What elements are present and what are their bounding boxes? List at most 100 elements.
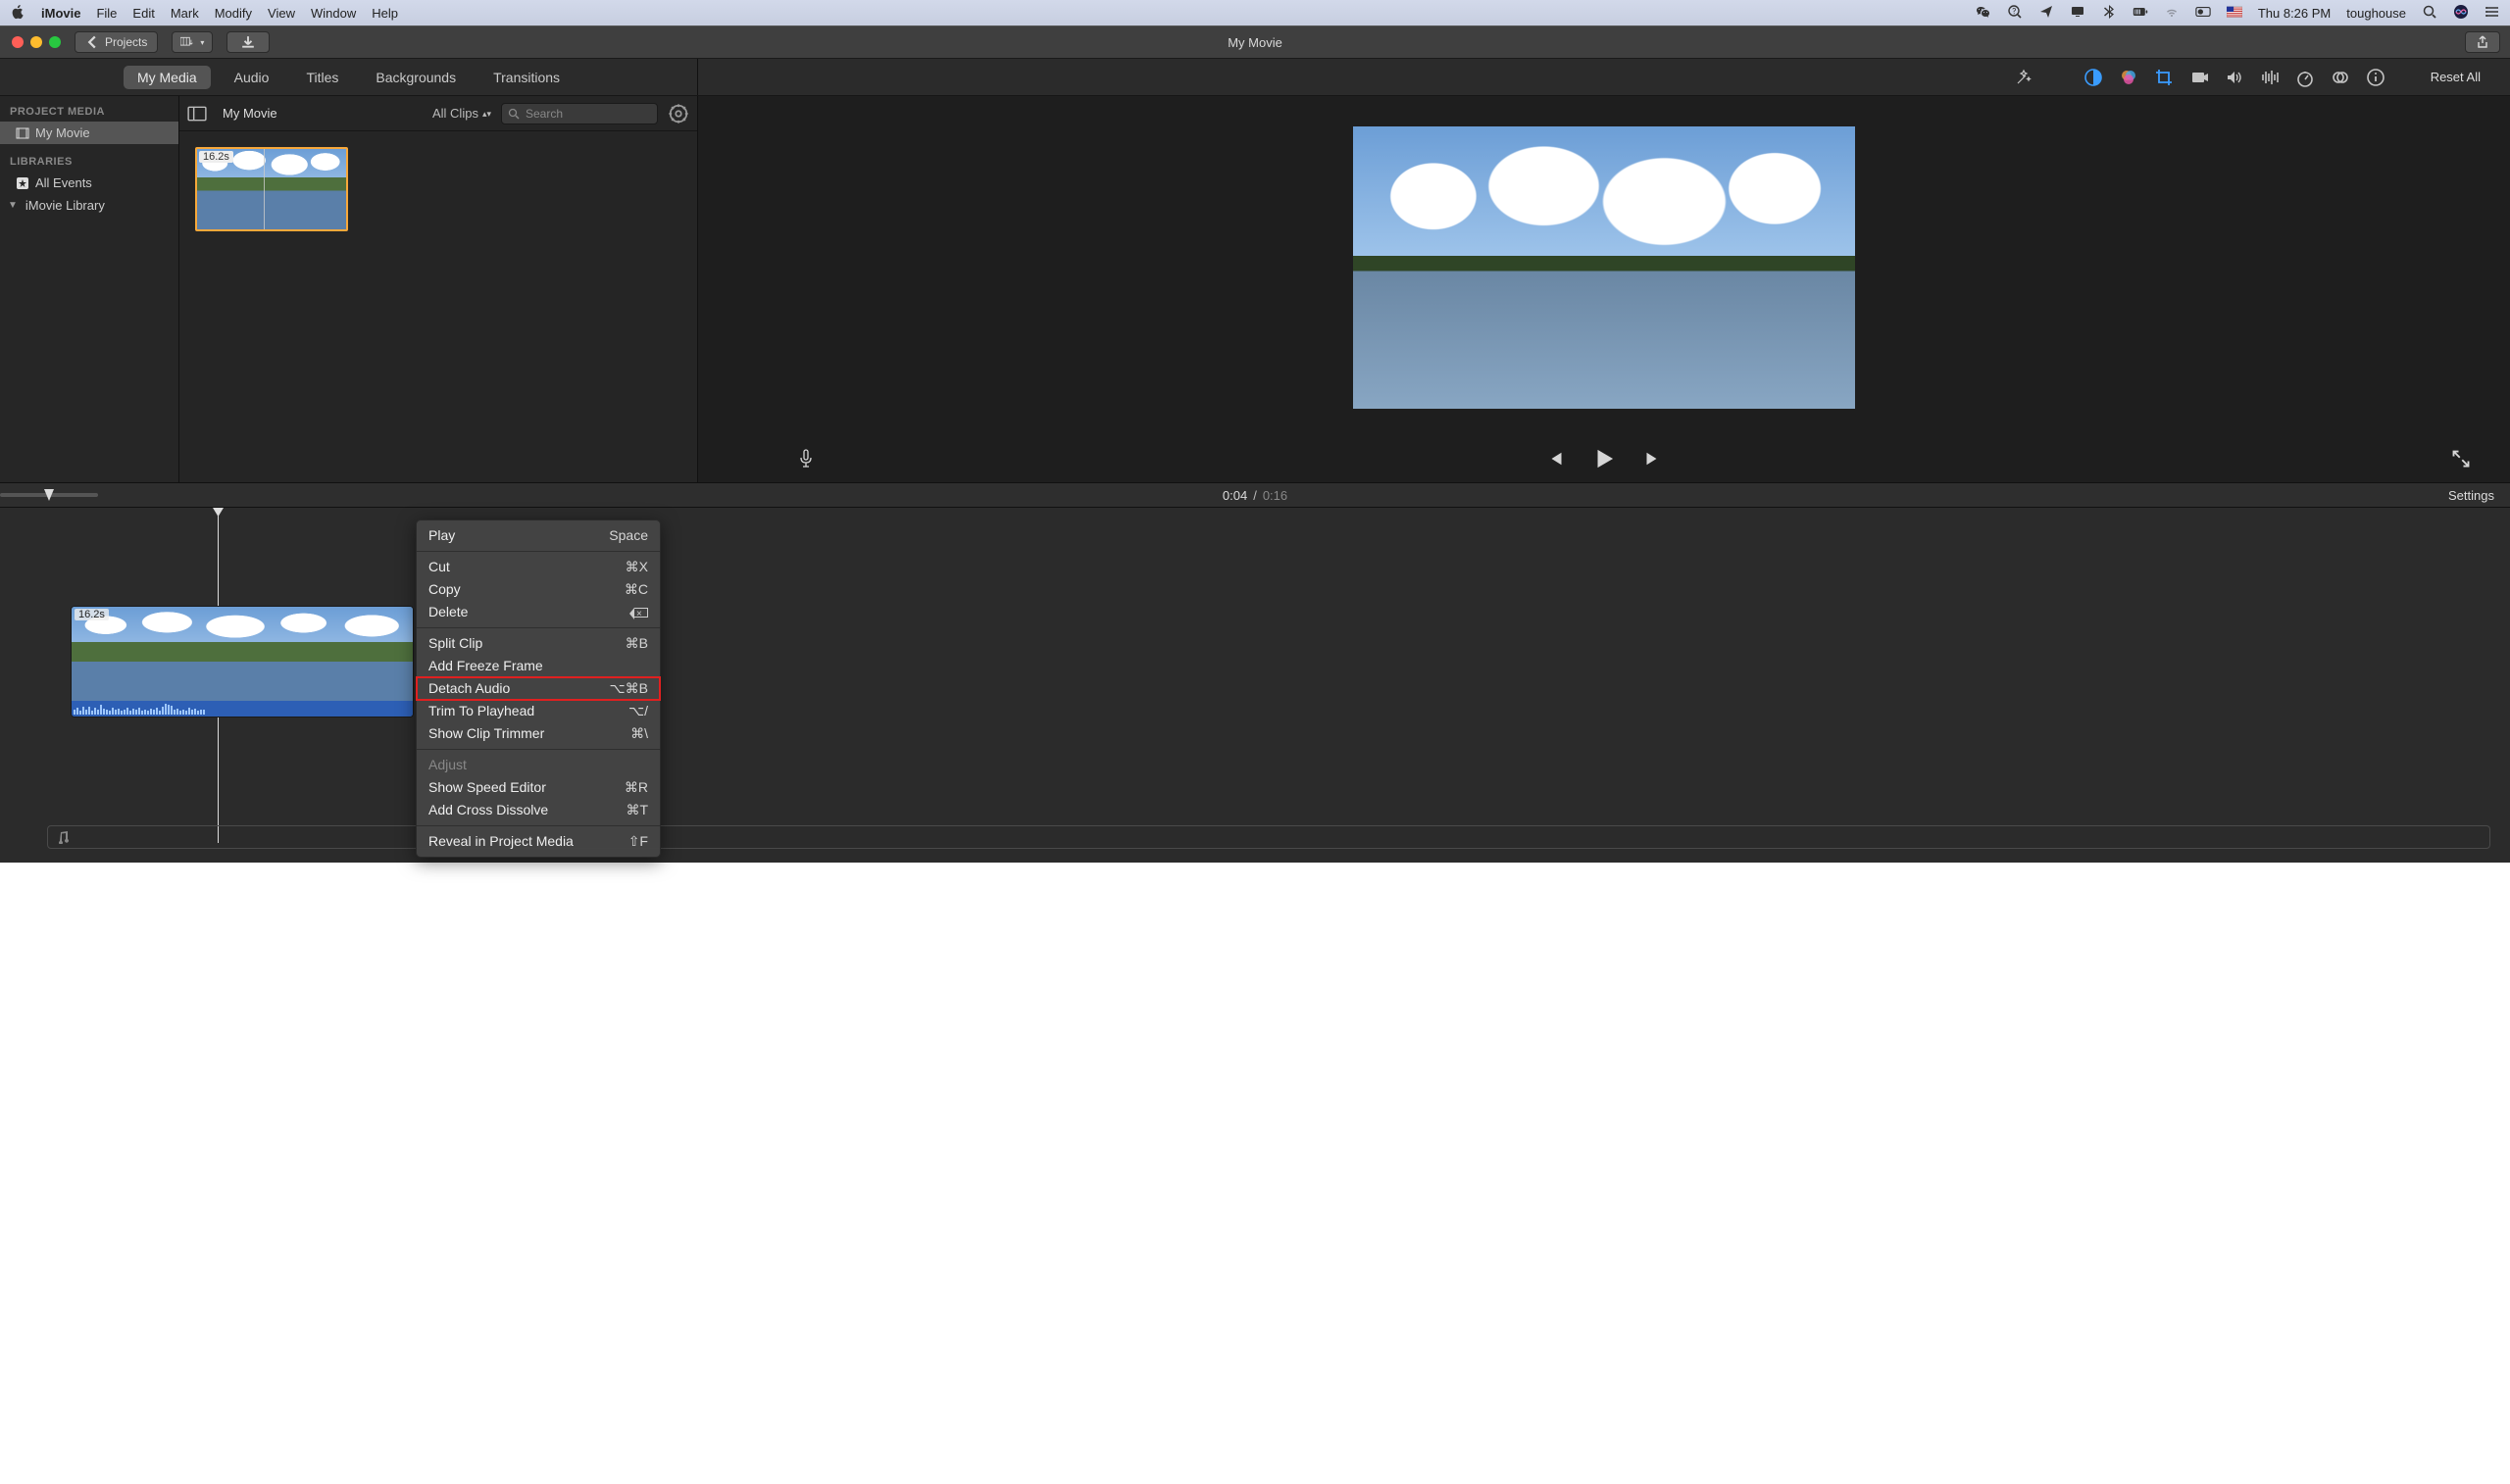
enhance-icon[interactable] <box>2014 68 2033 87</box>
clip-duration-badge: 16.2s <box>199 151 233 163</box>
tab-backgrounds[interactable]: Backgrounds <box>362 66 470 89</box>
ctx-add-freeze-frame[interactable]: Add Freeze Frame <box>417 655 660 677</box>
ctx-split-clip[interactable]: Split Clip⌘B <box>417 632 660 655</box>
reset-all-button[interactable]: Reset All <box>2431 70 2481 84</box>
app-name[interactable]: iMovie <box>41 6 80 21</box>
bluetooth-menubar-icon[interactable] <box>2101 4 2117 23</box>
timeline[interactable]: 16.2s PlaySpace Cut⌘X Copy⌘C Delete Spli… <box>0 508 2510 863</box>
menu-file[interactable]: File <box>96 6 117 21</box>
tab-titles[interactable]: Titles <box>292 66 352 89</box>
ctx-play[interactable]: PlaySpace <box>417 524 660 547</box>
window-title: My Movie <box>1228 35 1282 50</box>
ctx-cut[interactable]: Cut⌘X <box>417 556 660 578</box>
color-correction-icon[interactable] <box>2119 68 2138 87</box>
music-note-icon <box>56 830 70 844</box>
timeline-settings-button[interactable]: Settings <box>2448 488 2494 503</box>
clip-audio-waveform <box>72 701 413 717</box>
menu-modify[interactable]: Modify <box>215 6 252 21</box>
crop-icon[interactable] <box>2154 68 2174 87</box>
window-traffic-lights <box>12 36 61 48</box>
timeline-zoom-slider[interactable] <box>0 493 98 497</box>
share-button[interactable] <box>2465 31 2500 53</box>
up-down-chevron-icon: ▴▾ <box>482 110 491 118</box>
clip-filter-dropdown[interactable]: All Clips ▴▾ <box>432 106 491 121</box>
tabs-row: My Media Audio Titles Backgrounds Transi… <box>0 59 2510 96</box>
sidebar-toggle-icon[interactable] <box>187 104 207 124</box>
ctx-copy[interactable]: Copy⌘C <box>417 578 660 601</box>
tab-my-media[interactable]: My Media <box>124 66 211 89</box>
sidebar: PROJECT MEDIA My Movie LIBRARIES All Eve… <box>0 96 179 482</box>
close-button[interactable] <box>12 36 24 48</box>
apple-icon[interactable] <box>10 4 25 23</box>
next-frame-button[interactable] <box>1644 449 1664 473</box>
clip-skimmer <box>264 149 265 229</box>
clock[interactable]: Thu 8:26 PM <box>2258 6 2331 21</box>
timeline-header: 0:04 / 0:16 Settings <box>0 482 2510 508</box>
window-titlebar: Projects ▾ My Movie <box>0 25 2510 59</box>
ctx-reveal-in-project-media[interactable]: Reveal in Project Media⇧F <box>417 830 660 853</box>
timeline-clip[interactable]: 16.2s <box>71 606 414 717</box>
tab-transitions[interactable]: Transitions <box>479 66 574 89</box>
search-input[interactable]: Search <box>501 103 658 124</box>
menu-edit[interactable]: Edit <box>132 6 154 21</box>
play-button[interactable] <box>1591 446 1617 476</box>
browser-toolbar: My Movie All Clips ▴▾ Search <box>179 96 697 131</box>
playback-time: 0:04 / 0:16 <box>1223 488 1287 503</box>
prev-frame-button[interactable] <box>1544 449 1564 473</box>
flag-menubar-icon[interactable] <box>2227 4 2242 23</box>
ctx-show-speed-editor[interactable]: Show Speed Editor⌘R <box>417 776 660 799</box>
context-menu: PlaySpace Cut⌘X Copy⌘C Delete Split Clip… <box>416 519 661 858</box>
fullscreen-button[interactable] <box>2451 449 2471 473</box>
menu-window[interactable]: Window <box>311 6 356 21</box>
library-list-button[interactable]: ▾ <box>172 31 213 53</box>
info-icon[interactable] <box>2366 68 2385 87</box>
tab-audio[interactable]: Audio <box>221 66 283 89</box>
search-help-menubar-icon[interactable] <box>2007 4 2023 23</box>
speed-icon[interactable] <box>2295 68 2315 87</box>
control-center-menubar-icon[interactable] <box>2195 4 2211 23</box>
sidebar-item-imovie-library[interactable]: ▼ iMovie Library <box>0 194 178 217</box>
timeline-clip-duration: 16.2s <box>75 609 109 620</box>
menu-mark[interactable]: Mark <box>171 6 199 21</box>
ctx-adjust: Adjust <box>417 754 660 776</box>
clip-filter-icon[interactable] <box>2331 68 2350 87</box>
media-clip-thumbnail[interactable]: 16.2s <box>195 147 348 231</box>
projects-back-button[interactable]: Projects <box>75 31 158 53</box>
ctx-trim-to-playhead[interactable]: Trim To Playhead⌥/ <box>417 700 660 722</box>
ctx-show-clip-trimmer[interactable]: Show Clip Trimmer⌘\ <box>417 722 660 745</box>
sidebar-item-all-events[interactable]: All Events <box>0 172 178 194</box>
menu-help[interactable]: Help <box>372 6 398 21</box>
battery-menubar-icon[interactable] <box>2133 4 2148 23</box>
voiceover-button[interactable] <box>796 449 816 473</box>
color-balance-icon[interactable] <box>2083 68 2103 87</box>
siri-icon[interactable] <box>2453 4 2469 23</box>
ctx-add-cross-dissolve[interactable]: Add Cross Dissolve⌘T <box>417 799 660 821</box>
import-button[interactable] <box>226 31 270 53</box>
video-frame <box>1353 126 1855 409</box>
location-menubar-icon[interactable] <box>2038 4 2054 23</box>
sidebar-item-label: All Events <box>35 175 92 190</box>
wifi-menubar-icon[interactable] <box>2164 4 2180 23</box>
search-placeholder: Search <box>526 107 563 121</box>
ctx-delete[interactable]: Delete <box>417 601 660 623</box>
notification-center-icon[interactable] <box>2485 4 2500 23</box>
display-menubar-icon[interactable] <box>2070 4 2085 23</box>
user-name[interactable]: toughouse <box>2346 6 2406 21</box>
menu-view[interactable]: View <box>268 6 295 21</box>
ctx-detach-audio[interactable]: Detach Audio⌥⌘B <box>417 677 660 700</box>
browser-settings-button[interactable] <box>668 103 689 124</box>
sidebar-item-my-movie[interactable]: My Movie <box>0 122 178 144</box>
preview-viewer <box>698 96 2510 482</box>
spotlight-icon[interactable] <box>2422 4 2437 23</box>
preview-video-area[interactable] <box>698 96 2510 439</box>
background-audio-well[interactable] <box>47 825 2490 849</box>
volume-icon[interactable] <box>2225 68 2244 87</box>
minimize-button[interactable] <box>30 36 42 48</box>
stabilization-icon[interactable] <box>2189 68 2209 87</box>
wechat-menubar-icon[interactable] <box>1976 4 1991 23</box>
noise-reduction-icon[interactable] <box>2260 68 2280 87</box>
disclosure-triangle-icon[interactable]: ▼ <box>8 200 18 211</box>
media-tabs: My Media Audio Titles Backgrounds Transi… <box>0 59 698 95</box>
projects-back-label: Projects <box>105 35 147 49</box>
maximize-button[interactable] <box>49 36 61 48</box>
